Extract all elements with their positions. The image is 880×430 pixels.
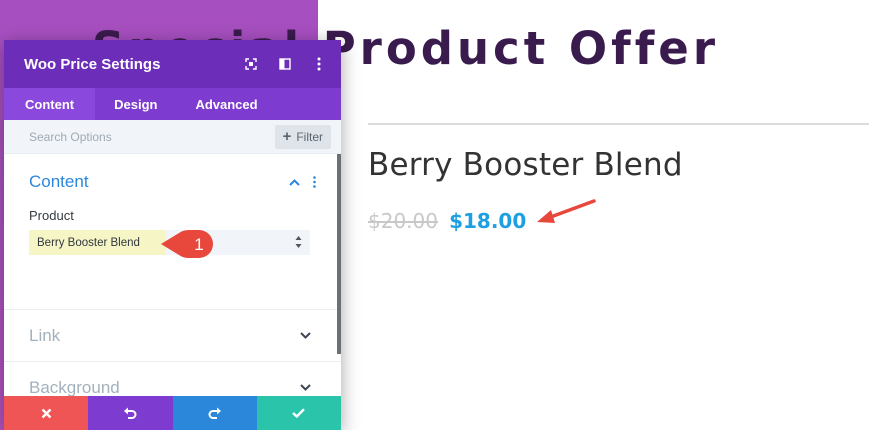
price-row: $20.00 $18.00 — [368, 209, 526, 233]
product-field-label: Product — [29, 208, 74, 223]
product-title: Berry Booster Blend — [368, 147, 683, 183]
split-view-icon[interactable] — [275, 54, 295, 74]
product-select-value: Berry Booster Blend — [29, 230, 166, 255]
save-button[interactable] — [256, 396, 341, 430]
search-options-input[interactable] — [29, 129, 275, 144]
content-section-header[interactable]: Content — [29, 172, 321, 192]
plus-icon: + — [282, 128, 292, 145]
undo-icon — [124, 407, 137, 419]
page-divider — [368, 123, 869, 125]
undo-button[interactable] — [88, 396, 173, 430]
modal-header: Woo Price Settings — [4, 40, 341, 88]
background-section-title: Background — [29, 377, 120, 397]
more-options-icon[interactable] — [309, 54, 329, 74]
tab-advanced[interactable]: Advanced — [176, 88, 276, 120]
modal-title: Woo Price Settings — [24, 55, 161, 73]
chevron-up-icon[interactable] — [285, 173, 303, 191]
redo-button[interactable] — [172, 396, 257, 430]
content-section-title: Content — [29, 172, 89, 191]
annotation-arrow-icon — [537, 199, 596, 223]
modal-footer — [4, 396, 341, 430]
link-section-title: Link — [29, 325, 61, 345]
save-check-icon — [292, 408, 306, 418]
select-arrows-icon — [295, 236, 302, 248]
callout-number: 1 — [194, 235, 203, 254]
link-section[interactable]: Link — [4, 310, 341, 362]
tab-bar: Content Design Advanced — [4, 88, 341, 120]
sale-price: $18.00 — [449, 209, 527, 233]
filter-button[interactable]: + Filter — [274, 124, 331, 149]
regular-price: $20.00 — [368, 209, 438, 233]
redo-icon — [208, 407, 221, 419]
discard-button[interactable] — [4, 396, 89, 430]
section-options-icon[interactable] — [307, 173, 321, 191]
callout-badge: 1 — [161, 230, 213, 258]
tab-design[interactable]: Design — [95, 88, 176, 120]
fullscreen-icon[interactable] — [241, 54, 261, 74]
modal-scrollbar[interactable] — [337, 154, 341, 354]
search-row: + Filter — [4, 120, 341, 154]
chevron-down-icon — [300, 384, 311, 391]
discard-icon — [41, 408, 51, 418]
chevron-down-icon — [300, 332, 311, 339]
filter-button-label: Filter — [296, 129, 323, 144]
tab-content[interactable]: Content — [4, 88, 96, 120]
